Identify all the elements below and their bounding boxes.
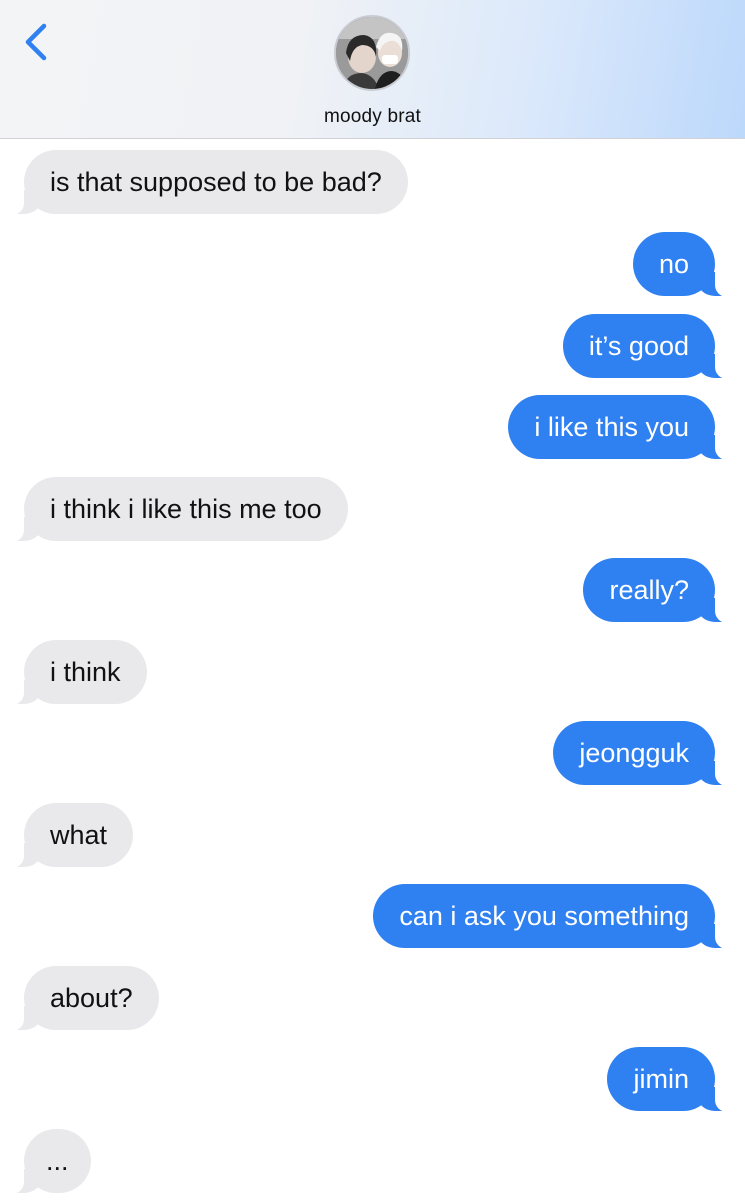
outgoing-message[interactable]: it’s good (562, 314, 734, 379)
contact-name[interactable]: moody brat (0, 106, 745, 128)
incoming-message[interactable]: about? (6, 966, 159, 1031)
outgoing-message[interactable]: can i ask you something (373, 884, 733, 949)
incoming-message[interactable]: what (5, 803, 134, 868)
outgoing-message[interactable]: i like this you (508, 395, 733, 460)
contact-photo (336, 17, 408, 89)
incoming-message[interactable]: is that supposed to be bad? (6, 150, 408, 215)
incoming-message[interactable]: ... (6, 1129, 91, 1194)
chevron-left-icon (25, 23, 47, 61)
outgoing-message[interactable]: really? (583, 558, 733, 623)
message-thread: is that supposed to be bad? no it’s good… (0, 0, 745, 1200)
outgoing-message[interactable]: jimin (607, 1047, 733, 1112)
incoming-message[interactable]: i think (6, 640, 147, 705)
conversation-header: moody brat (0, 0, 745, 139)
outgoing-message[interactable]: jeongguk (553, 721, 733, 786)
back-button[interactable] (20, 22, 56, 62)
outgoing-message[interactable]: no (632, 232, 734, 297)
incoming-message[interactable]: i think i like this me too (6, 477, 348, 542)
avatar[interactable] (334, 15, 410, 91)
